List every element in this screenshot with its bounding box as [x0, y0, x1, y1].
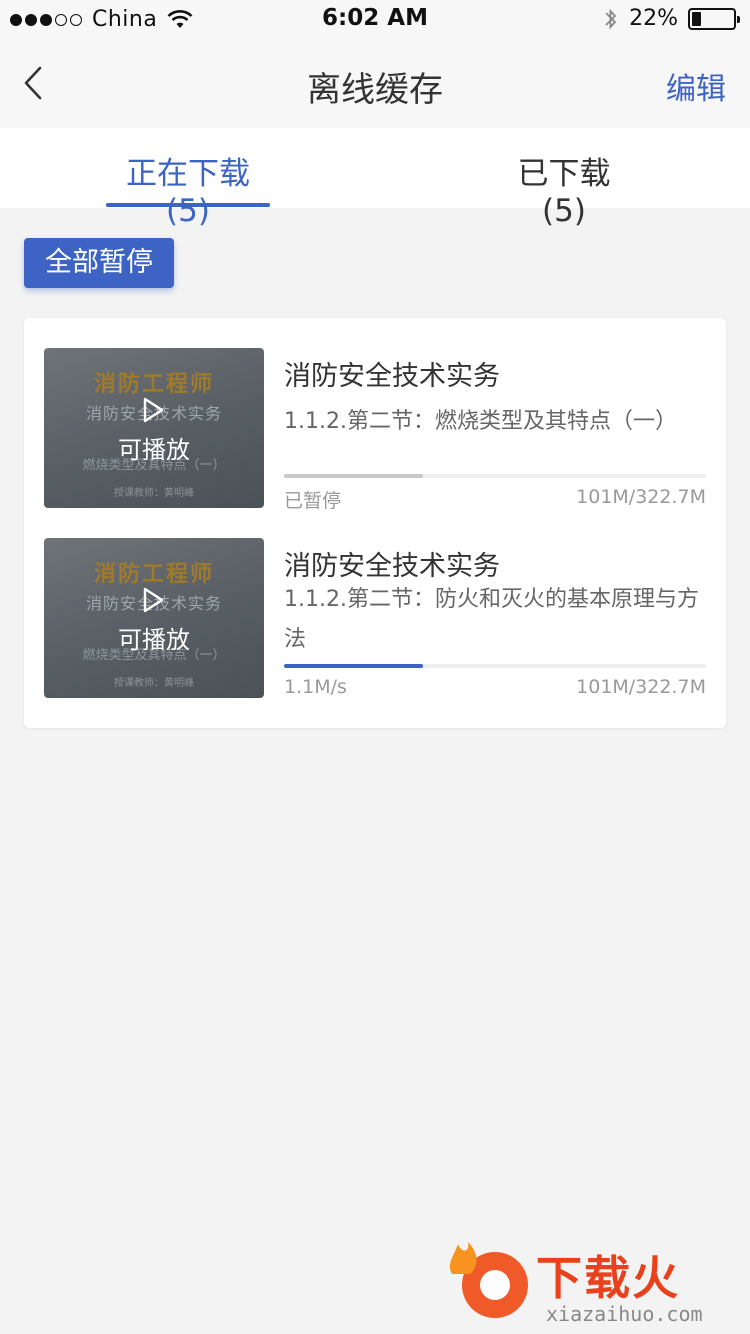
watermark-logo: 下载火 xiazaihuo.com — [444, 1236, 750, 1334]
nav-bar: 离线缓存 编辑 — [0, 40, 750, 128]
play-icon[interactable] — [141, 586, 165, 614]
thumbnail-title: 消防工程师 — [93, 562, 214, 587]
page-title: 离线缓存 — [307, 70, 443, 110]
download-item[interactable]: 消防工程师 消防安全技术实务 燃烧类型及其特点（一） 授课教师：黄明峰 可播放 … — [44, 538, 706, 698]
video-thumbnail[interactable]: 消防工程师 消防安全技术实务 燃烧类型及其特点（一） 授课教师：黄明峰 可播放 — [44, 348, 264, 508]
battery-icon — [688, 7, 740, 30]
status-right: 22% — [603, 6, 740, 31]
downloads-card: 消防工程师 消防安全技术实务 燃烧类型及其特点（一） 授课教师：黄明峰 可播放 … — [24, 318, 726, 728]
pause-all-button[interactable]: 全部暂停 — [24, 238, 174, 288]
download-size: 101M/322.7M — [576, 486, 706, 508]
lesson-title: 1.1.2.第二节：防火和灭火的基本原理与方法 — [284, 587, 699, 652]
playable-label: 可播放 — [118, 436, 190, 464]
edit-button[interactable]: 编辑 — [666, 64, 726, 108]
download-status: 已暂停 — [284, 490, 342, 512]
thumbnail-teacher: 授课教师：黄明峰 — [114, 488, 194, 499]
status-bar: China 6:02 AM 22% — [0, 0, 750, 40]
course-title: 消防安全技术实务 — [284, 361, 500, 392]
thumbnail-teacher: 授课教师：黄明峰 — [114, 678, 194, 689]
download-speed: 1.1M/s — [284, 676, 347, 698]
watermark-url: xiazaihuo.com — [546, 1302, 703, 1326]
battery-fill — [692, 11, 701, 26]
progress-fill — [284, 664, 424, 668]
download-size: 101M/322.7M — [576, 676, 706, 698]
watermark-text: 下载火 — [536, 1251, 680, 1305]
thumbnail-title: 消防工程师 — [93, 372, 214, 397]
download-item[interactable]: 消防工程师 消防安全技术实务 燃烧类型及其特点（一） 授课教师：黄明峰 可播放 … — [44, 348, 706, 512]
play-icon[interactable] — [141, 396, 165, 424]
battery-percent: 22% — [629, 6, 678, 31]
playable-label: 可播放 — [118, 626, 190, 654]
download-progress — [284, 474, 706, 478]
tab-downloaded[interactable]: 已下载(5) — [496, 148, 632, 229]
progress-fill — [284, 474, 424, 478]
flame-icon — [449, 1242, 477, 1274]
tab-bar: 正在下载(5) 已下载(5) — [0, 128, 750, 229]
course-title: 消防安全技术实务 — [284, 551, 500, 582]
lesson-title: 1.1.2.第二节：燃烧类型及其特点（一） — [284, 409, 677, 434]
video-thumbnail[interactable]: 消防工程师 消防安全技术实务 燃烧类型及其特点（一） 授课教师：黄明峰 可播放 — [44, 538, 264, 698]
tab-active-indicator — [106, 203, 270, 207]
download-progress — [284, 664, 706, 668]
bluetooth-icon — [605, 8, 617, 29]
tab-downloading[interactable]: 正在下载(5) — [106, 148, 270, 229]
